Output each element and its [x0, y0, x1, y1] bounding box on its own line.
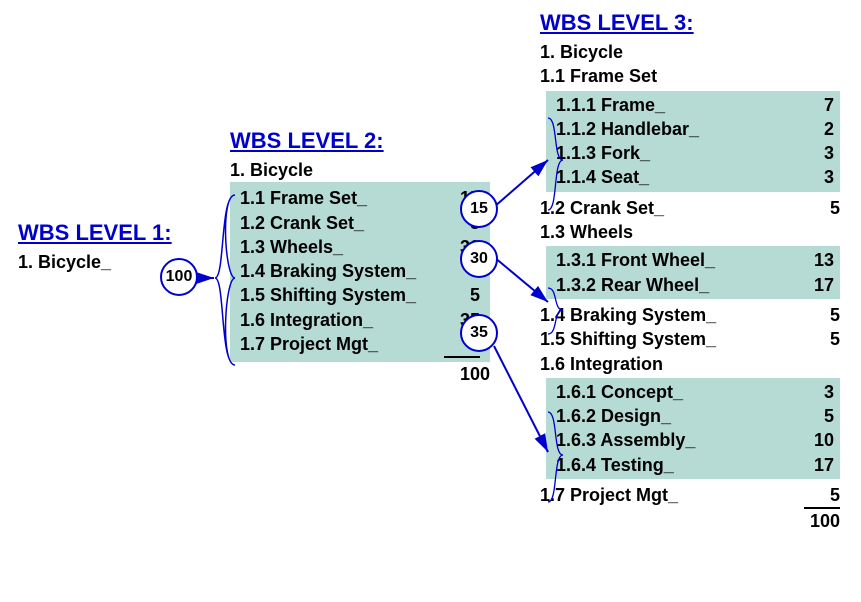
level2-parent: 1. Bicycle	[230, 158, 490, 182]
level2-circle-wheels: 30	[460, 240, 498, 278]
level3-heading: WBS LEVEL 3:	[540, 10, 840, 36]
wbs-level-3: WBS LEVEL 3: 1. Bicycle 1.1 Frame Set 1.…	[540, 10, 840, 534]
level3-parent: 1. Bicycle	[540, 40, 840, 64]
level3-leaf: 1.4 Braking System_ 5	[540, 303, 840, 327]
level3-subgroup-integration: 1.6.1 Concept_3 1.6.2 Design_5 1.6.3 Ass…	[546, 378, 840, 479]
level3-child: 1.6.3 Assembly_10	[556, 428, 834, 452]
level3-group-title: 1.6 Integration	[540, 352, 840, 376]
level2-heading: WBS LEVEL 2:	[230, 128, 490, 154]
level1-value: 100	[166, 268, 193, 286]
level3-total: 100	[540, 509, 840, 533]
level3-child: 1.6.1 Concept_3	[556, 380, 834, 404]
level3-subgroup-wheels: 1.3.1 Front Wheel_13 1.3.2 Rear Wheel_17	[546, 246, 840, 299]
level2-total: 100	[230, 362, 490, 386]
level1-item-label: 1. Bicycle_	[18, 250, 117, 274]
level3-child: 1.6.4 Testing_17	[556, 453, 834, 477]
level3-child: 1.6.2 Design_5	[556, 404, 834, 428]
level3-child: 1.1.2 Handlebar_2	[556, 117, 834, 141]
level3-child: 1.1.1 Frame_7	[556, 93, 834, 117]
level3-group-title: 1.3 Wheels	[540, 220, 840, 244]
level2-item: 1.7 Project Mgt_5	[240, 332, 480, 358]
wbs-level-2: WBS LEVEL 2: 1. Bicycle 1.1 Frame Set_15…	[230, 128, 490, 387]
level3-child: 1.1.4 Seat_3	[556, 165, 834, 189]
level3-group-title: 1.1 Frame Set	[540, 64, 840, 88]
level2-item: 1.2 Crank Set_5	[240, 211, 480, 235]
level3-subgroup-frameset: 1.1.1 Frame_7 1.1.2 Handlebar_2 1.1.3 Fo…	[546, 91, 840, 192]
level3-child: 1.1.3 Fork_3	[556, 141, 834, 165]
level1-value-circle: 100	[160, 258, 198, 296]
level3-leaf: 1.2 Crank Set_ 5	[540, 196, 840, 220]
level3-child: 1.3.2 Rear Wheel_17	[556, 273, 834, 297]
level2-item: 1.4 Braking System_5	[240, 259, 480, 283]
level2-list: 1.1 Frame Set_15 1.2 Crank Set_5 1.3 Whe…	[230, 182, 490, 362]
level2-item: 1.1 Frame Set_15	[240, 186, 480, 210]
level3-leaf: 1.5 Shifting System_ 5	[540, 327, 840, 351]
level2-circle-integration: 35	[460, 314, 498, 352]
level2-item: 1.5 Shifting System_5	[240, 283, 480, 307]
level3-child: 1.3.1 Front Wheel_13	[556, 248, 834, 272]
level2-circle-frameset: 15	[460, 190, 498, 228]
level2-item: 1.3 Wheels_30	[240, 235, 480, 259]
level2-item: 1.6 Integration_35	[240, 308, 480, 332]
level3-leaf: 1.7 Project Mgt_ 5	[540, 483, 840, 509]
level1-heading: WBS LEVEL 1:	[18, 220, 198, 246]
